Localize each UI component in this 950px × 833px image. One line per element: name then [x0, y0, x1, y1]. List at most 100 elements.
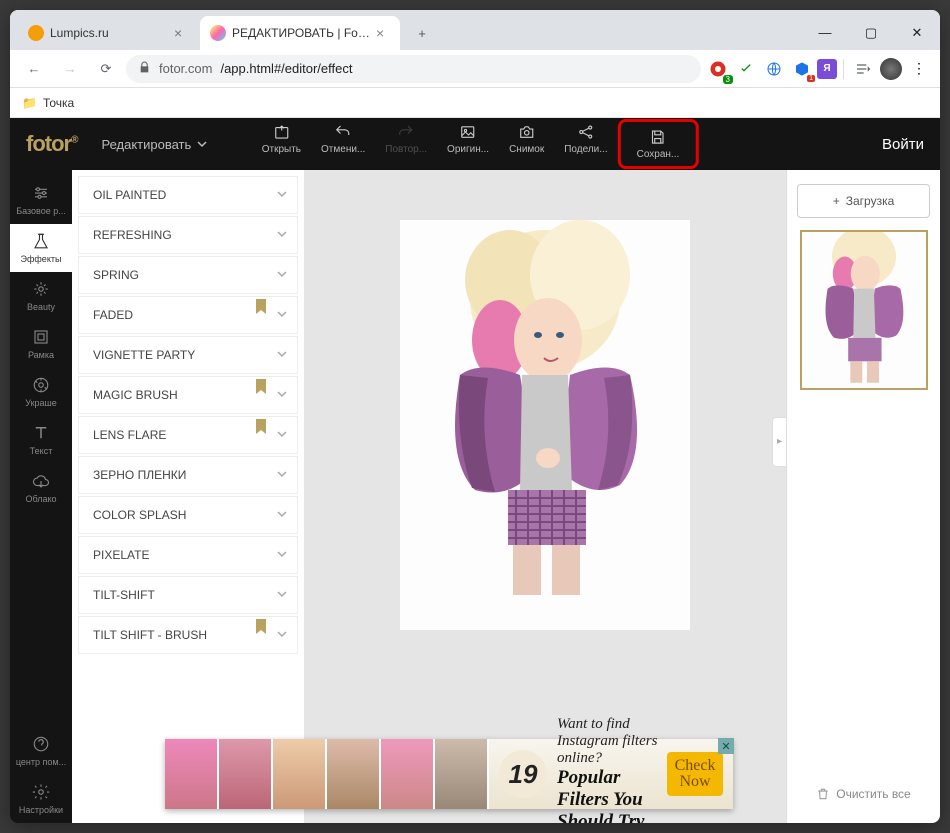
effect-item-spring[interactable]: SPRING — [78, 256, 298, 294]
ad-number: 19 — [499, 750, 547, 798]
chevron-down-icon — [277, 388, 287, 402]
extension-adblock-icon[interactable]: 3 — [705, 56, 731, 82]
clear-all-button[interactable]: Очистить все — [797, 779, 930, 809]
tab-title: РЕДАКТИРОВАТЬ | Fotor — [232, 26, 370, 40]
extension-cube-icon[interactable]: 1 — [789, 56, 815, 82]
effect-label: LENS FLARE — [93, 428, 166, 442]
extension-globe-icon[interactable] — [761, 56, 787, 82]
ad-close-button[interactable]: ✕ — [718, 738, 734, 754]
bookmark-icon — [255, 619, 267, 638]
forward-button[interactable]: → — [54, 53, 86, 85]
bookmarks-bar: 📁 Точка — [10, 88, 940, 118]
chevron-down-icon — [277, 268, 287, 282]
reading-list-icon[interactable] — [850, 56, 876, 82]
effect-item-tilt-shift[interactable]: TILT-SHIFT — [78, 576, 298, 614]
extensions: 3 1 Я ⋮ — [705, 56, 932, 82]
collapse-right-panel[interactable]: ▸ — [772, 417, 786, 467]
back-button[interactable]: ← — [18, 53, 50, 85]
sidebar-frame[interactable]: Рамка — [10, 320, 72, 368]
close-tab-icon[interactable]: × — [376, 25, 390, 41]
redo-button[interactable]: Повтор... — [375, 119, 437, 169]
save-highlight: Сохран... — [618, 119, 699, 169]
save-button[interactable]: Сохран... — [627, 124, 690, 164]
browser-tab-fotor[interactable]: РЕДАКТИРОВАТЬ | Fotor × — [200, 16, 400, 50]
signin-button[interactable]: Войти — [882, 136, 924, 153]
url-path: /app.html#/editor/effect — [220, 61, 352, 76]
tab-bar: Lumpics.ru × РЕДАКТИРОВАТЬ | Fotor × + —… — [10, 10, 940, 50]
chevron-down-icon — [277, 468, 287, 482]
fotor-logo[interactable]: fotor® — [26, 131, 77, 157]
lock-icon — [138, 61, 151, 77]
url-field[interactable]: fotor.com/app.html#/editor/effect — [126, 55, 701, 83]
sidebar-cloud[interactable]: Облако — [10, 464, 72, 512]
effect-label: TILT SHIFT - BRUSH — [93, 628, 207, 642]
chevron-down-icon — [277, 628, 287, 642]
upload-button[interactable]: + Загрузка — [797, 184, 930, 218]
browser-tab-lumpics[interactable]: Lumpics.ru × — [18, 16, 198, 50]
share-button[interactable]: Подели... — [554, 119, 617, 169]
ad-banner[interactable]: 19 Want to find Instagram filters online… — [165, 739, 733, 809]
effect-item-vignette-party[interactable]: VIGNETTE PARTY — [78, 336, 298, 374]
effect-item-oil-painted[interactable]: OIL PAINTED — [78, 176, 298, 214]
effect-item-tilt-shift-brush[interactable]: TILT SHIFT - BRUSH — [78, 616, 298, 654]
favicon-icon — [210, 25, 226, 41]
chevron-down-icon — [197, 139, 207, 149]
sidebar-text[interactable]: Текст — [10, 416, 72, 464]
window-controls: — ▢ ✕ — [802, 15, 940, 50]
original-button[interactable]: Оригин... — [437, 119, 499, 169]
close-tab-icon[interactable]: × — [174, 25, 188, 41]
sidebar-settings[interactable]: Настройки — [10, 775, 72, 823]
effect-label: TILT-SHIFT — [93, 588, 155, 602]
effect-item-lens-flare[interactable]: LENS FLARE — [78, 416, 298, 454]
plus-icon: + — [833, 194, 840, 208]
address-bar: ← → ⟳ fotor.com/app.html#/editor/effect … — [10, 50, 940, 88]
effect-label: COLOR SPLASH — [93, 508, 186, 522]
folder-icon: 📁 — [22, 96, 37, 110]
effect-label: PIXELATE — [93, 548, 149, 562]
profile-avatar[interactable] — [878, 56, 904, 82]
chevron-down-icon — [277, 548, 287, 562]
bookmark-folder[interactable]: Точка — [43, 96, 74, 110]
effect-item-refreshing[interactable]: REFRESHING — [78, 216, 298, 254]
effect-item-pixelate[interactable]: PIXELATE — [78, 536, 298, 574]
effect-item--[interactable]: ЗЕРНО ПЛЕНКИ — [78, 456, 298, 494]
snapshot-button[interactable]: Снимок — [499, 119, 554, 169]
sidebar-stickers[interactable]: Украше — [10, 368, 72, 416]
extension-check-icon[interactable] — [733, 56, 759, 82]
new-tab-button[interactable]: + — [408, 19, 436, 47]
image-thumbnail[interactable] — [800, 230, 928, 390]
minimize-button[interactable]: — — [802, 15, 848, 50]
canvas-image — [400, 220, 690, 630]
effect-item-faded[interactable]: FADED — [78, 296, 298, 334]
bookmark-icon — [255, 299, 267, 318]
close-window-button[interactable]: ✕ — [894, 15, 940, 50]
effect-label: OIL PAINTED — [93, 188, 166, 202]
chevron-down-icon — [277, 228, 287, 242]
extension-ai-icon[interactable]: Я — [817, 59, 837, 79]
edit-dropdown[interactable]: Редактировать — [101, 137, 207, 152]
chevron-down-icon — [277, 508, 287, 522]
effect-item-color-splash[interactable]: COLOR SPLASH — [78, 496, 298, 534]
url-host: fotor.com — [159, 61, 212, 76]
bookmark-icon — [255, 379, 267, 398]
canvas-area[interactable]: 1280px × 1790px − 27% + Сравнить — [304, 170, 786, 823]
maximize-button[interactable]: ▢ — [848, 15, 894, 50]
ad-text: Want to find Instagram filters online? P… — [557, 716, 667, 824]
browser-menu-button[interactable]: ⋮ — [906, 56, 932, 82]
top-toolbar: Открыть Отмени... Повтор... Оригин... Сн… — [252, 119, 699, 169]
effect-label: ЗЕРНО ПЛЕНКИ — [93, 468, 186, 482]
sidebar-basic[interactable]: Базовое р... — [10, 176, 72, 224]
undo-button[interactable]: Отмени... — [311, 119, 375, 169]
reload-button[interactable]: ⟳ — [90, 53, 122, 85]
open-button[interactable]: Открыть — [252, 119, 311, 169]
fotor-app: fotor® Редактировать Открыть Отмени... П… — [10, 118, 940, 823]
sidebar-beauty[interactable]: Beauty — [10, 272, 72, 320]
sidebar-effects[interactable]: Эффекты — [10, 224, 72, 272]
sidebar-help[interactable]: центр пом... — [10, 727, 72, 775]
effect-item-magic-brush[interactable]: MAGIC BRUSH — [78, 376, 298, 414]
left-toolbar: Базовое р... Эффекты Beauty Рамка Украше — [10, 170, 72, 823]
effects-panel: OIL PAINTED REFRESHINGSPRINGFADEDVIGNETTE… — [72, 170, 304, 823]
chevron-down-icon — [277, 188, 287, 202]
ad-check-now-button[interactable]: CheckNow — [667, 752, 723, 796]
app-body: Базовое р... Эффекты Beauty Рамка Украше — [10, 170, 940, 823]
